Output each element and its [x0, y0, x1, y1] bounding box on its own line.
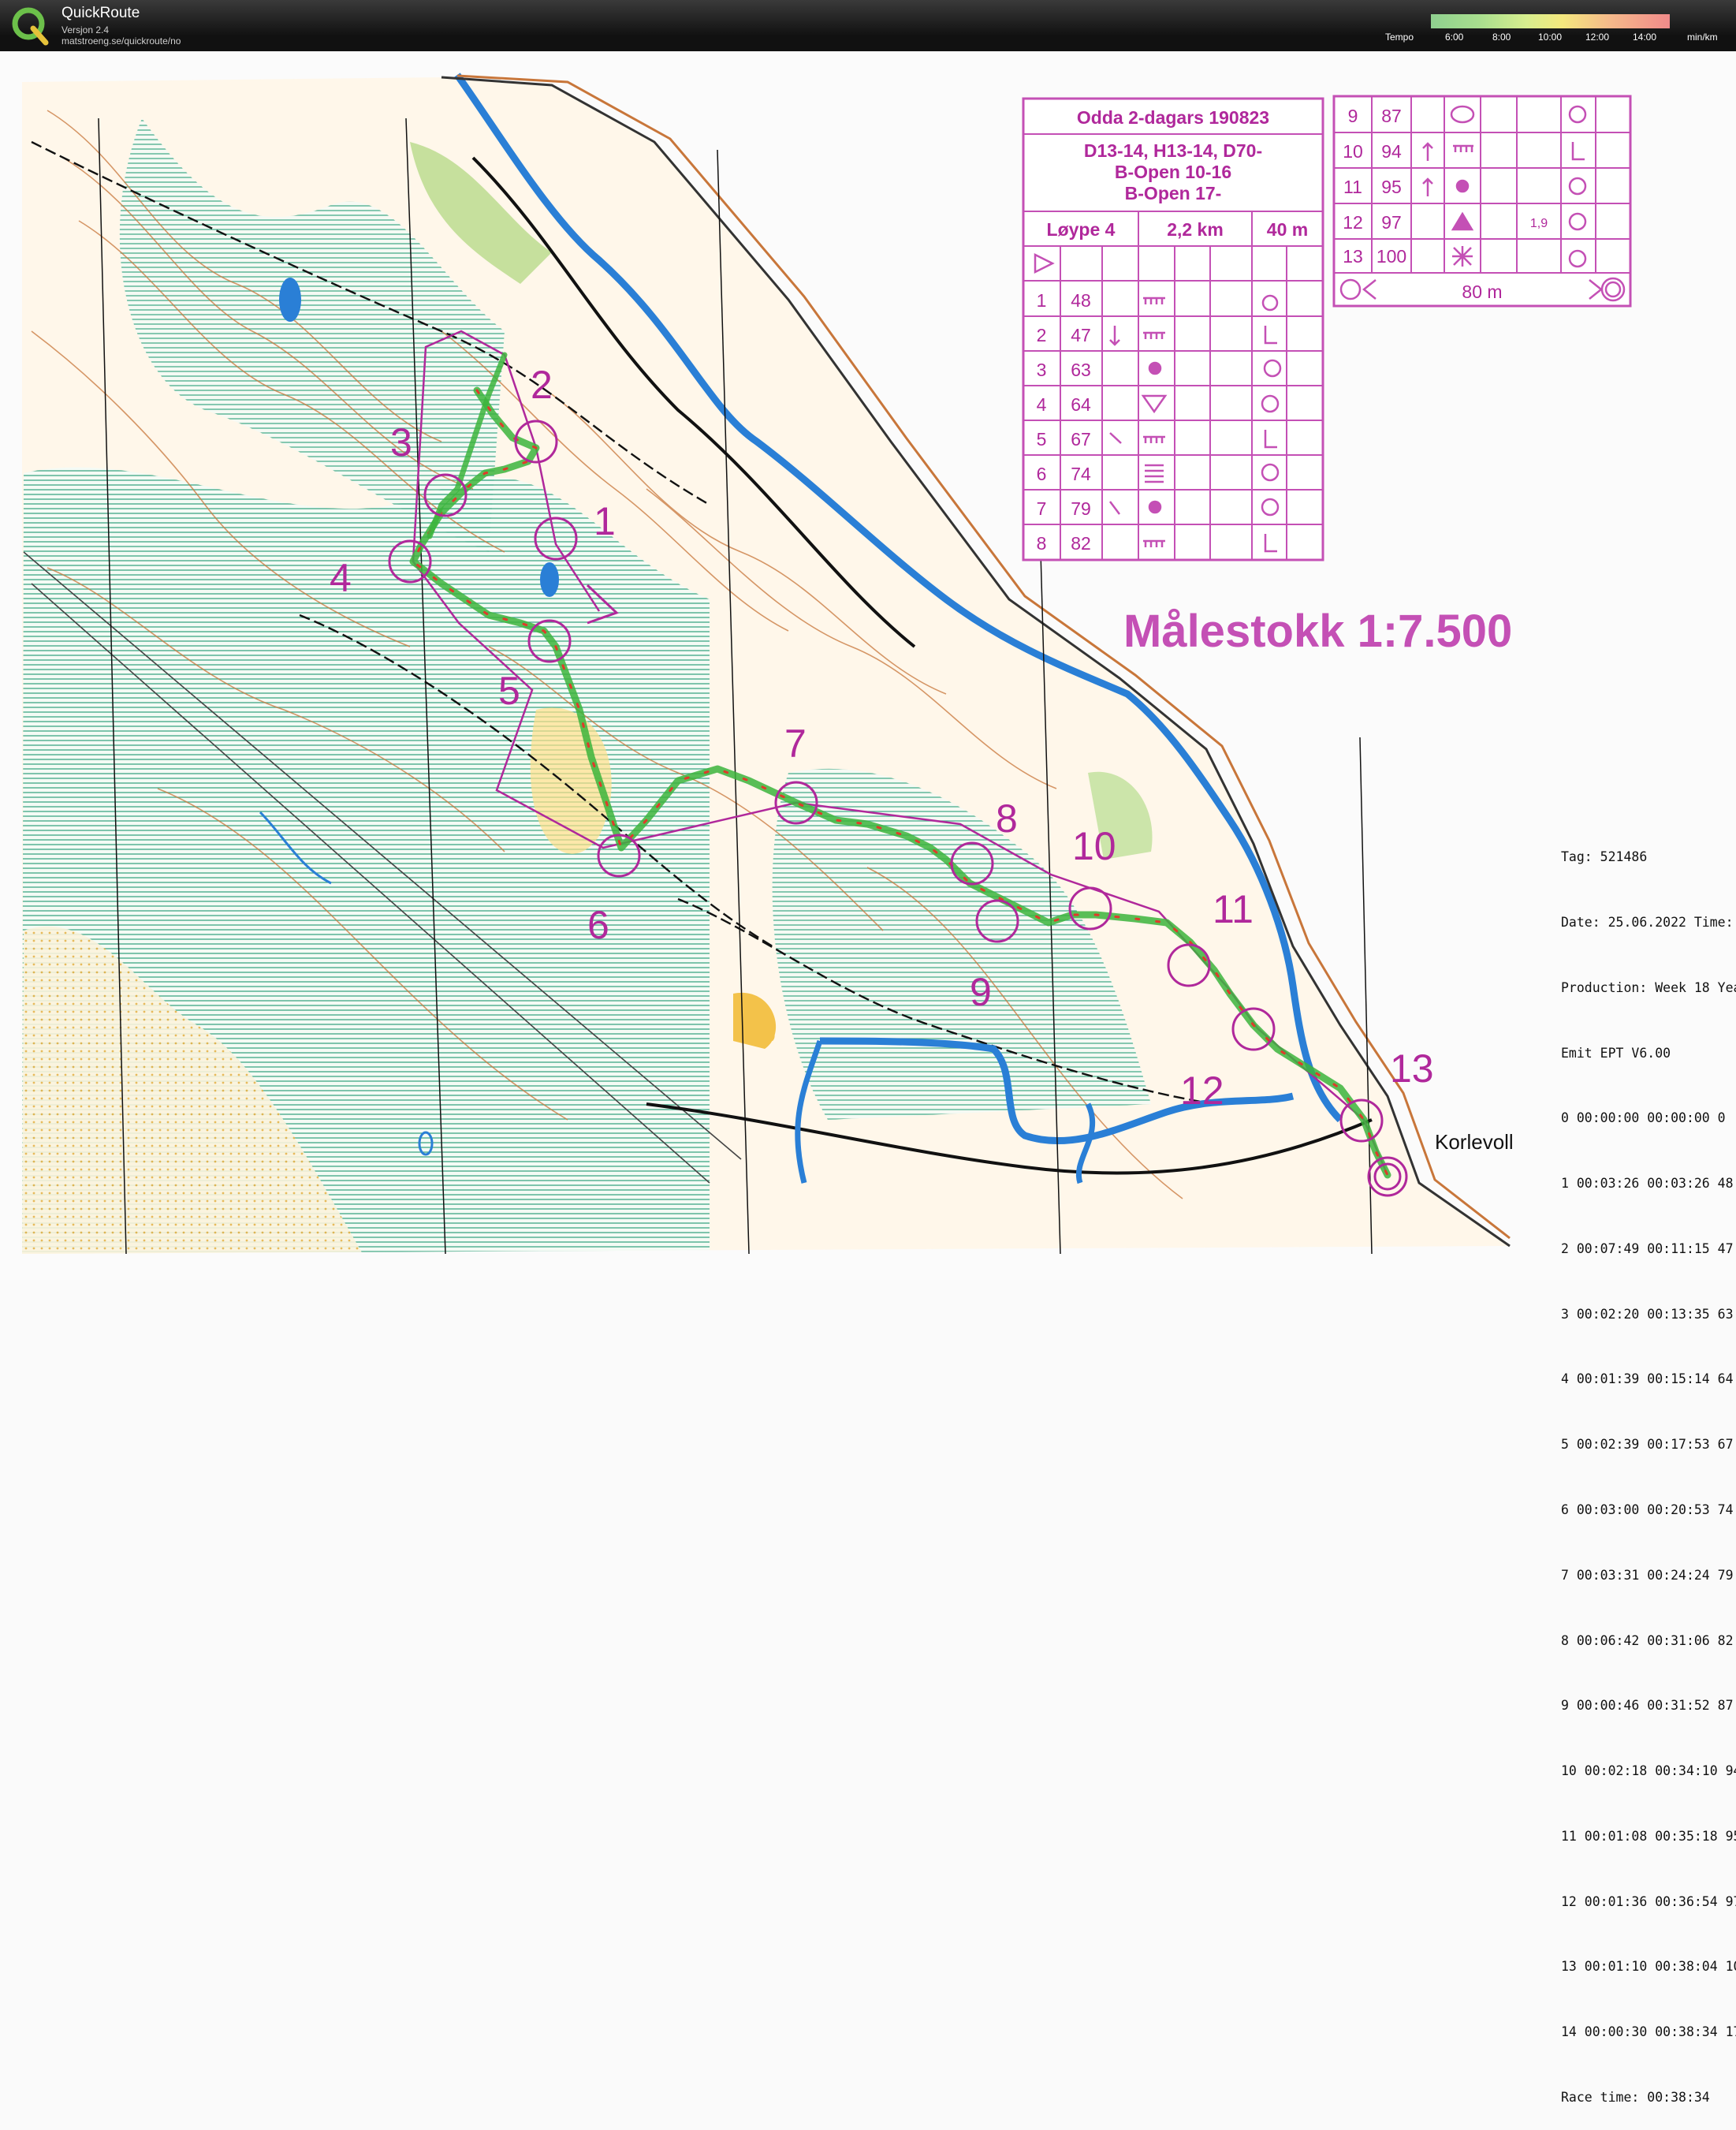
control-description-sheet: Odda 2-dagars 190823 D13-14, H13-14, D70…: [1022, 97, 1324, 561]
row-num: 12: [1343, 212, 1363, 233]
row-num: 7: [1037, 498, 1047, 519]
control-label: 11: [1213, 887, 1254, 931]
control-description-sheet-2: 9 87 10 94 11 95 12 97 13 100 1,9 80 m: [1332, 95, 1632, 308]
split-row: 10 00:02:18 00:34:10 94: [1561, 1763, 1736, 1779]
row-code: 64: [1071, 394, 1091, 415]
row-num: 8: [1037, 533, 1047, 554]
course-classes: B-Open 17-: [1125, 183, 1222, 203]
row-code: 82: [1071, 533, 1091, 554]
row-num: 5: [1037, 429, 1047, 450]
row-num: 4: [1037, 394, 1047, 415]
row-code: 48: [1071, 290, 1091, 311]
tempo-label: Tempo: [1385, 32, 1414, 43]
split-row: 0 00:00:00 00:00:00 0: [1561, 1110, 1726, 1126]
row-num: 11: [1343, 177, 1362, 197]
split-row: 4 00:01:39 00:15:14 64: [1561, 1371, 1734, 1387]
row-code: 94: [1381, 141, 1402, 162]
split-row: 9 00:00:46 00:31:52 87: [1561, 1698, 1734, 1714]
app-version: Versjon 2.4: [61, 24, 110, 35]
row-code: 95: [1381, 177, 1402, 197]
row-code: 47: [1071, 325, 1091, 345]
emit-tag: Tag: 521486: [1561, 849, 1648, 865]
split-row: 14 00:00:30 00:38:34 175: [1561, 2024, 1736, 2040]
emit-split-times: Tag: 521486 Date: 25.06.2022 Time: 21: P…: [1561, 803, 1736, 2130]
emit-device: Emit EPT V6.00: [1561, 1045, 1671, 1061]
row-num: 2: [1037, 325, 1047, 345]
course-classes: D13-14, H13-14, D70-: [1084, 140, 1262, 161]
app-url: matstroeng.se/quickroute/no: [61, 35, 181, 47]
finish-distance: 80 m: [1462, 282, 1502, 302]
split-row: 2 00:07:49 00:11:15 47: [1561, 1240, 1734, 1256]
rocky-ground-icon: [1452, 246, 1473, 267]
control-label: 1: [594, 499, 616, 543]
place-name: Korlevoll: [1435, 1130, 1514, 1154]
race-time: Race time: 00:38:34: [1561, 2090, 1710, 2106]
row-num: 6: [1037, 464, 1047, 484]
app-title: QuickRoute: [61, 5, 140, 21]
control-label: 8: [996, 796, 1018, 841]
control-label: 4: [330, 556, 352, 600]
course-climb: 40 m: [1267, 219, 1308, 240]
row-code: 79: [1071, 498, 1091, 519]
pond: [279, 278, 301, 322]
boulder-icon: [1148, 361, 1162, 375]
row-code: 63: [1071, 360, 1091, 380]
split-row: 1 00:03:26 00:03:26 48: [1561, 1176, 1734, 1192]
row-num: 1: [1037, 290, 1047, 311]
row-num: 9: [1348, 106, 1358, 126]
course-name: Løype 4: [1047, 219, 1116, 240]
course-classes: B-Open 10-16: [1115, 162, 1231, 182]
split-row: 11 00:01:08 00:35:18 95: [1561, 1828, 1736, 1844]
row-num: 3: [1037, 360, 1047, 380]
control-label: 9: [970, 970, 992, 1014]
row-code: 97: [1381, 212, 1402, 233]
split-row: 12 00:01:36 00:36:54 97: [1561, 1893, 1736, 1909]
control-label: 13: [1390, 1046, 1434, 1091]
split-row: 5 00:02:39 00:17:53 67: [1561, 1437, 1734, 1453]
row-num: 10: [1343, 141, 1363, 162]
scale-text: Målestokk 1:7.500: [1123, 606, 1512, 657]
control-label: 12: [1180, 1069, 1224, 1113]
orienteering-map[interactable]: 1 2 3 4 5 6 7 8 9 10 11 12 13 Korlevoll …: [0, 51, 1736, 1280]
extra-note: 1,9: [1530, 217, 1548, 230]
row-num: 13: [1343, 246, 1363, 267]
boulder-icon: [1455, 179, 1470, 193]
control-label: 3: [390, 420, 412, 464]
event-name: Odda 2-dagars 190823: [1077, 107, 1269, 128]
tempo-tick: 10:00: [1538, 32, 1563, 43]
split-row: 7 00:03:31 00:24:24 79: [1561, 1567, 1734, 1583]
control-label: 7: [784, 722, 807, 766]
boulder-icon: [1148, 500, 1162, 514]
tempo-tick: 8:00: [1492, 32, 1511, 43]
row-code: 74: [1071, 464, 1091, 484]
app-header: QuickRoute Versjon 2.4 matstroeng.se/qui…: [0, 0, 1736, 51]
control-label: 2: [531, 363, 553, 407]
tempo-color-scale: [1431, 14, 1670, 28]
control-label: 6: [587, 903, 609, 947]
quickroute-logo-icon: [12, 7, 49, 46]
split-row: 3 00:02:20 00:13:35 63: [1561, 1306, 1734, 1322]
tempo-unit: min/km: [1687, 32, 1718, 43]
split-row: 6 00:03:00 00:20:53 74: [1561, 1502, 1734, 1517]
control-label: 10: [1072, 824, 1116, 868]
course-length: 2,2 km: [1167, 219, 1224, 240]
tempo-tick: 6:00: [1445, 32, 1464, 43]
split-row: 13 00:01:10 00:38:04 100: [1561, 1959, 1736, 1975]
pond: [540, 562, 559, 597]
control-label: 5: [498, 669, 520, 713]
tempo-tick: 12:00: [1585, 32, 1610, 43]
split-row: 8 00:06:42 00:31:06 82: [1561, 1632, 1734, 1648]
row-code: 67: [1071, 429, 1091, 450]
row-code: 100: [1377, 246, 1406, 267]
emit-date: Date: 25.06.2022 Time: 21:: [1561, 914, 1734, 930]
tempo-tick: 14:00: [1633, 32, 1657, 43]
row-code: 87: [1381, 106, 1402, 126]
emit-production: Production: Week 18 Year 2: [1561, 979, 1736, 995]
